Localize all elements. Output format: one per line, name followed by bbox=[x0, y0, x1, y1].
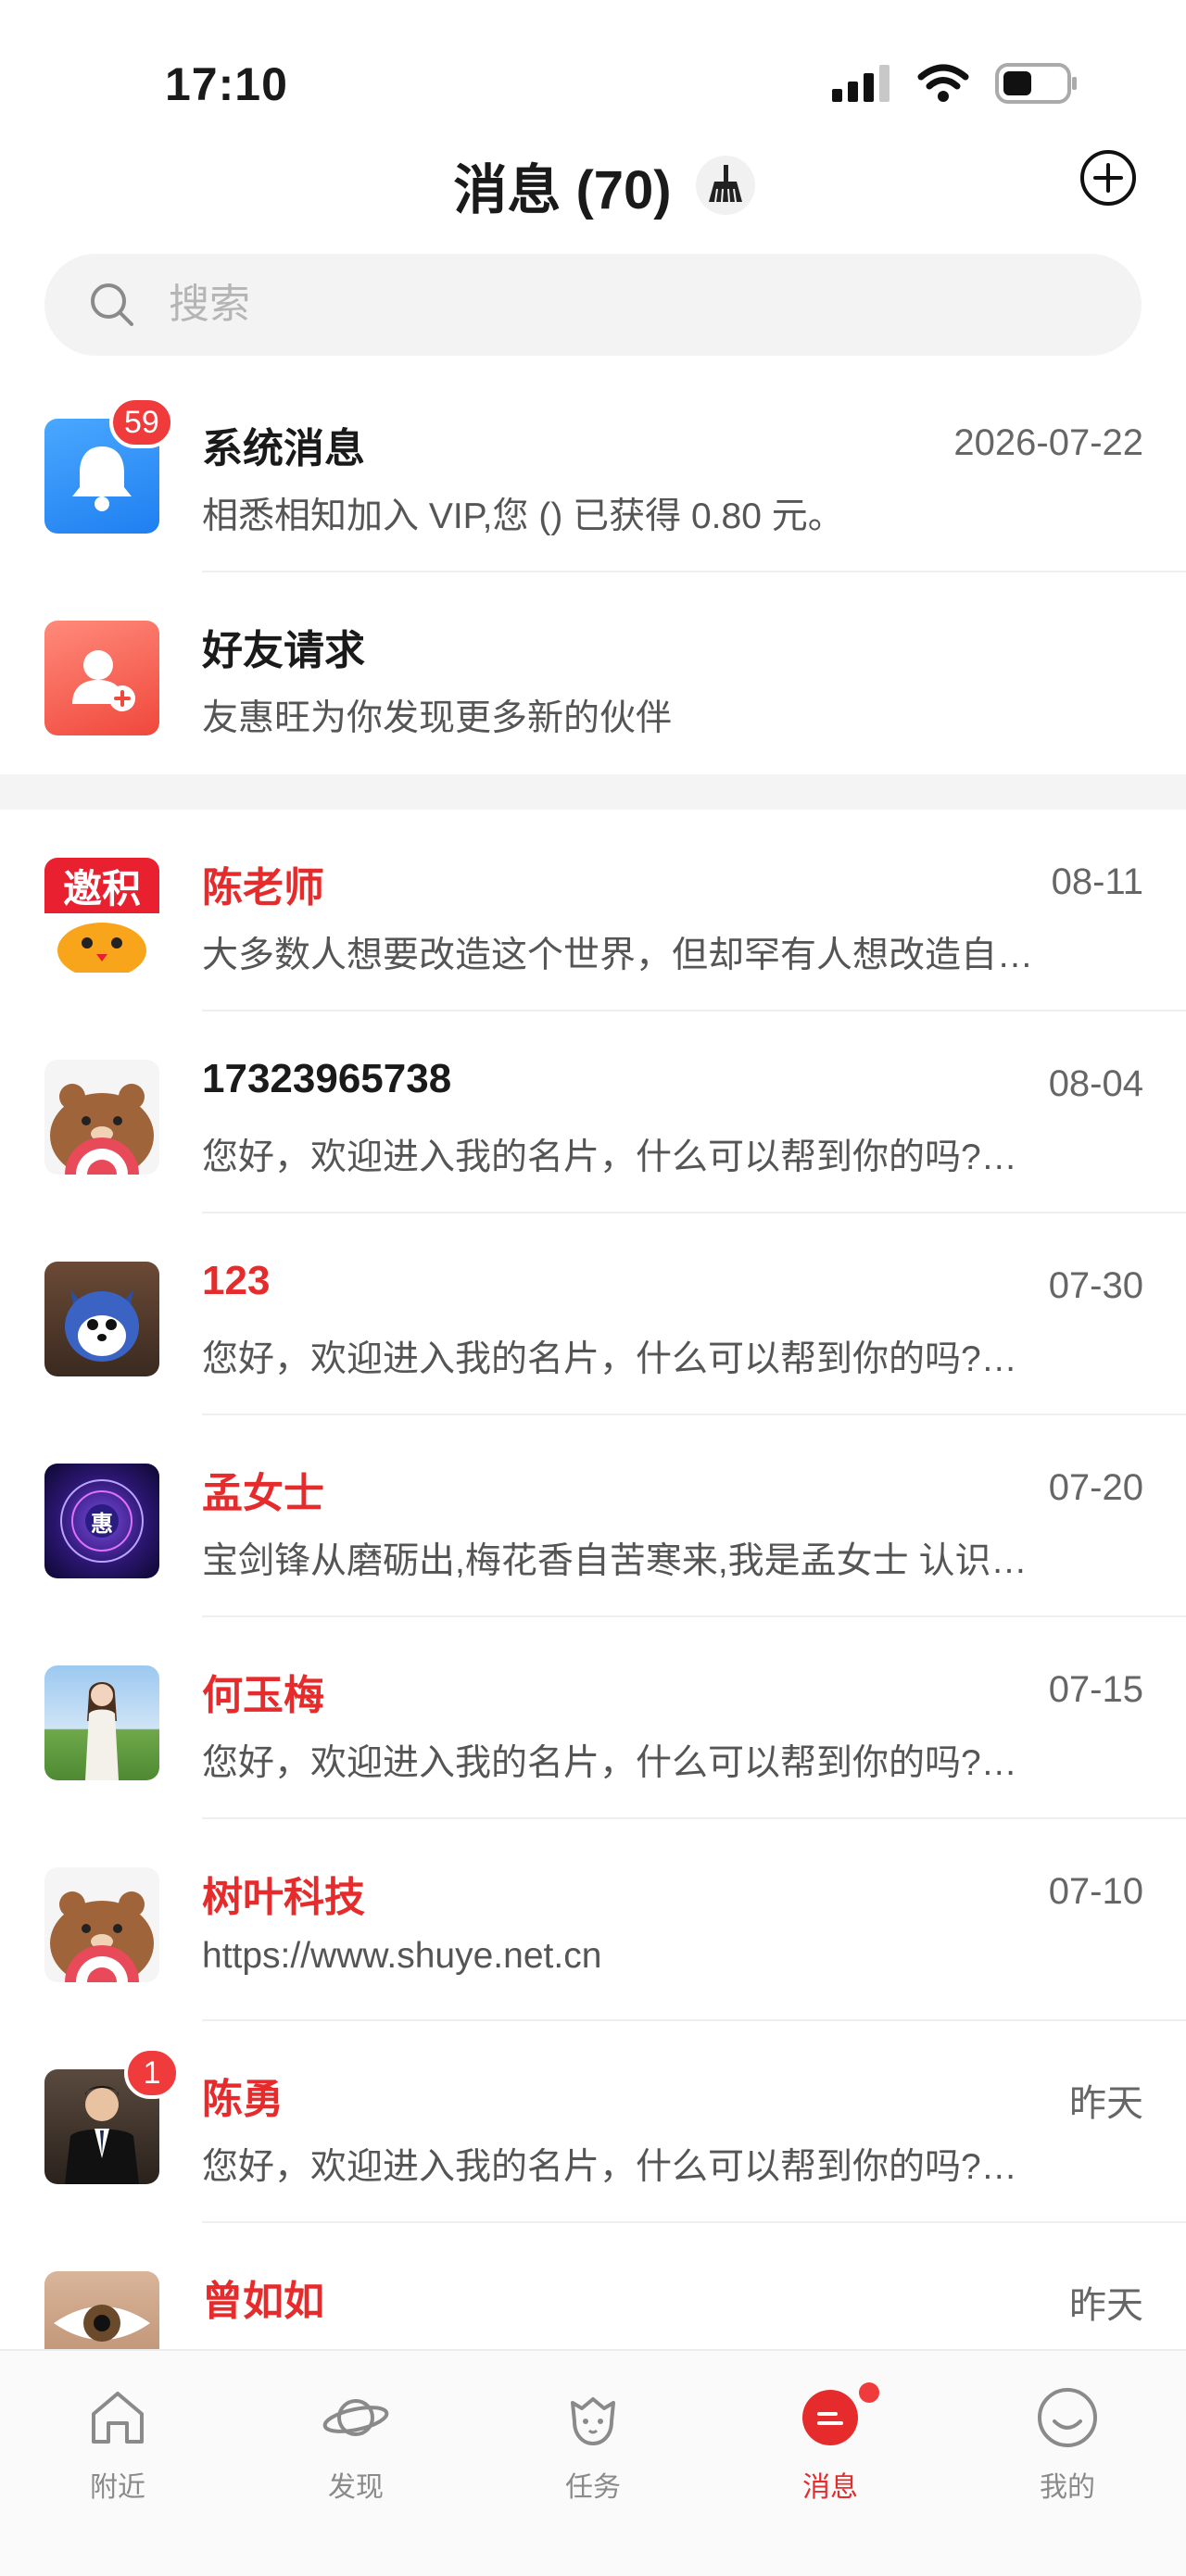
battery-icon bbox=[995, 63, 1077, 104]
tab-discover[interactable]: 发现 bbox=[282, 2364, 430, 2512]
friend-request-row[interactable]: 好友请求 友惠旺为你发现更多新的伙伴 bbox=[0, 572, 1186, 774]
conversation-preview: https://www.shuye.net.cn bbox=[202, 1936, 602, 1976]
conversation-preview: 友惠旺为你发现更多新的伙伴 bbox=[202, 698, 673, 738]
chat-row[interactable]: 惠 孟女士 07-20 宝剑锋从磨砺出,梅花香自苦寒来,我是孟女士 认识… bbox=[0, 1415, 1186, 1617]
chick-icon bbox=[57, 923, 146, 973]
conversation-name: 树叶科技 bbox=[202, 1875, 365, 1920]
chat-row[interactable]: 17323965738 08-04 您好，欢迎进入我的名片，什么可以帮到你的吗?… bbox=[0, 1012, 1186, 1213]
smile-icon bbox=[1038, 2388, 1097, 2447]
header: 消息 (70) bbox=[0, 139, 1186, 250]
conversation-date: 08-11 bbox=[1051, 861, 1143, 902]
bear-avatar bbox=[44, 1060, 159, 1175]
conversation-date: 07-30 bbox=[1048, 1265, 1143, 1306]
status-icons bbox=[832, 63, 1079, 104]
bottom-tab-bar: 附近 发现 任务 消息 我的 bbox=[0, 2349, 1186, 2576]
message-icon bbox=[802, 2390, 858, 2445]
plush-toy-icon bbox=[65, 1289, 139, 1362]
message-list: 59 系统消息 2026-07-22 相悉相知加入 VIP,您 () 已获得 0… bbox=[0, 371, 1186, 2425]
conversation-name: 123 bbox=[202, 1258, 271, 1303]
tab-me[interactable]: 我的 bbox=[993, 2364, 1142, 2512]
unread-badge: 1 bbox=[124, 2047, 180, 2099]
globe-avatar: 惠 bbox=[44, 1464, 159, 1578]
search-bar[interactable] bbox=[44, 254, 1142, 356]
tab-label: 任务 bbox=[565, 2472, 621, 2503]
conversation-name: 孟女士 bbox=[202, 1471, 324, 1516]
conversation-name: 系统消息 bbox=[202, 426, 365, 471]
conversation-date: 昨天 bbox=[1069, 2083, 1143, 2124]
page-title-wrap: 消息 (70) bbox=[0, 146, 1186, 224]
page-title: 消息 (70) bbox=[453, 160, 672, 220]
bear-icon bbox=[50, 1891, 154, 1982]
tab-messages[interactable]: 消息 bbox=[756, 2364, 904, 2512]
broom-icon bbox=[708, 165, 742, 203]
section-separator bbox=[0, 774, 1186, 810]
chat-row[interactable]: 何玉梅 07-15 您好，欢迎进入我的名片，什么可以帮到你的吗?… bbox=[0, 1617, 1186, 1819]
conversation-name: 17323965738 bbox=[202, 1056, 452, 1101]
tab-label: 我的 bbox=[1040, 2472, 1095, 2503]
chat-row[interactable]: 树叶科技 07-10 https://www.shuye.net.cn bbox=[0, 1819, 1186, 2021]
bear-icon bbox=[50, 1084, 154, 1175]
conversation-preview: 大多数人想要改造这个世界，但却罕有人想改造自… bbox=[202, 936, 1034, 975]
plus-circle-icon bbox=[1080, 150, 1136, 206]
conversation-date: 昨天 bbox=[1069, 2285, 1143, 2326]
chat-row[interactable]: 123 07-30 您好，欢迎进入我的名片，什么可以帮到你的吗?… bbox=[0, 1213, 1186, 1415]
conversation-name: 何玉梅 bbox=[202, 1673, 324, 1718]
status-time: 17:10 bbox=[165, 58, 288, 110]
friend-request-avatar bbox=[44, 621, 159, 735]
system-message-row[interactable]: 59 系统消息 2026-07-22 相悉相知加入 VIP,您 () 已获得 0… bbox=[0, 371, 1186, 572]
conversation-date: 2026-07-22 bbox=[953, 422, 1143, 463]
home-icon bbox=[92, 2392, 144, 2444]
plush-avatar bbox=[44, 1262, 159, 1376]
conversation-date: 07-20 bbox=[1048, 1467, 1143, 1508]
tab-label: 附近 bbox=[90, 2472, 145, 2503]
conversation-preview: 您好，欢迎进入我的名片，什么可以帮到你的吗?… bbox=[202, 2147, 1017, 2187]
status-bar: 17:10 bbox=[0, 0, 1186, 139]
mascot-icon bbox=[571, 2397, 615, 2445]
unread-dot bbox=[859, 2382, 879, 2403]
chat-row[interactable]: 1 陈勇 昨天 您好，欢迎进入我的名片，什么可以帮到你的吗?… bbox=[0, 2021, 1186, 2223]
tab-nearby[interactable]: 附近 bbox=[44, 2364, 192, 2512]
clear-unread-button[interactable] bbox=[695, 156, 755, 215]
conversation-preview: 相悉相知加入 VIP,您 () 已获得 0.80 元。 bbox=[202, 496, 844, 536]
conversation-name: 曾如如 bbox=[202, 2279, 324, 2324]
tab-tasks[interactable]: 任务 bbox=[519, 2364, 667, 2512]
planet-icon bbox=[322, 2399, 389, 2436]
wifi-icon bbox=[917, 64, 969, 102]
add-button[interactable] bbox=[1079, 148, 1138, 207]
photo-avatar bbox=[44, 1665, 159, 1780]
conversation-preview: 您好，欢迎进入我的名片，什么可以帮到你的吗?… bbox=[202, 1339, 1017, 1379]
conversation-name: 好友请求 bbox=[202, 628, 365, 673]
unread-badge: 59 bbox=[109, 396, 174, 448]
conversation-date: 08-04 bbox=[1048, 1063, 1143, 1104]
chat-row[interactable]: 邀积 陈老师 08-11 大多数人想要改造这个世界，但却罕有人想改造自… bbox=[0, 810, 1186, 1012]
search-icon bbox=[91, 283, 133, 326]
conversation-date: 07-15 bbox=[1048, 1669, 1143, 1710]
conversation-name: 陈勇 bbox=[202, 2077, 284, 2122]
tab-label: 消息 bbox=[802, 2472, 858, 2503]
search-input[interactable] bbox=[169, 282, 1003, 328]
avatar-logo-text: 惠 bbox=[91, 1511, 113, 1537]
tab-label: 发现 bbox=[328, 2472, 384, 2503]
conversation-date: 07-10 bbox=[1048, 1871, 1143, 1912]
conversation-name: 陈老师 bbox=[202, 865, 324, 911]
add-friend-icon bbox=[72, 650, 135, 711]
conversation-preview: 宝剑锋从磨砺出,梅花香自苦寒来,我是孟女士 认识… bbox=[202, 1541, 1028, 1581]
logo-avatar: 邀积 bbox=[44, 858, 159, 973]
conversation-preview: 您好，欢迎进入我的名片，什么可以帮到你的吗?… bbox=[202, 1137, 1017, 1177]
signal-icon bbox=[832, 65, 890, 102]
bear-avatar bbox=[44, 1867, 159, 1982]
conversation-preview: 您好，欢迎进入我的名片，什么可以帮到你的吗?… bbox=[202, 1743, 1017, 1783]
person-photo-icon bbox=[85, 1682, 119, 1780]
